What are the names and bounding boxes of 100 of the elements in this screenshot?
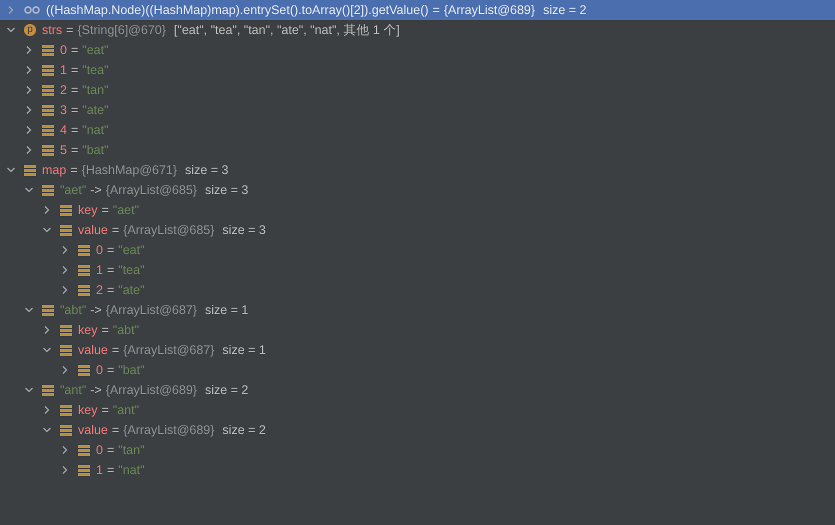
chevron-down-icon[interactable] xyxy=(42,225,52,235)
chevron-right-icon[interactable] xyxy=(42,205,52,215)
value-text: size = 3 xyxy=(185,163,228,177)
separator-text: = xyxy=(112,343,120,357)
separator-text: = xyxy=(112,423,120,437)
variable-name: ((HashMap.Node)((HashMap)map).entrySet().toArray()[2]).getValue() xyxy=(46,3,429,17)
variable-name: strs xyxy=(42,23,62,37)
tree-row[interactable]: 2 = "tan" xyxy=(0,80,835,100)
chevron-right-icon[interactable] xyxy=(42,405,52,415)
value-text: size = 1 xyxy=(204,303,248,317)
variable-name: 0 xyxy=(96,363,103,377)
separator-text: = xyxy=(106,263,114,277)
chevron-down-icon[interactable] xyxy=(24,305,34,315)
value-text: "eat" xyxy=(118,243,145,257)
tree-row[interactable]: "abt" -> {ArrayList@687} size = 1 xyxy=(0,300,835,320)
chevron-right-icon[interactable] xyxy=(42,325,52,335)
tree-row[interactable]: key = "abt" xyxy=(0,320,835,340)
list-icon xyxy=(42,64,54,76)
value-text: size = 1 xyxy=(222,343,266,357)
type-text: {String[6]@670} xyxy=(77,23,166,37)
tree-row[interactable]: 3 = "ate" xyxy=(0,100,835,120)
type-text: {ArrayList@689} xyxy=(123,423,214,437)
list-icon xyxy=(42,104,54,116)
value-text: "ate" xyxy=(82,103,109,117)
list-icon xyxy=(24,164,36,176)
value-text: size = 2 xyxy=(204,383,248,397)
tree-row[interactable]: p strs = {String[6]@670} ["eat", "tea", "tan", "ate", "nat", 其他 1 个] xyxy=(0,20,835,40)
list-icon xyxy=(60,224,72,236)
variable-name: 1 xyxy=(60,63,67,77)
variable-name: key xyxy=(78,323,98,337)
separator-text: = xyxy=(70,163,78,177)
tree-row[interactable]: 0 = "bat" xyxy=(0,360,835,380)
separator-text: = xyxy=(70,63,78,77)
tree-row[interactable]: 1 = "nat" xyxy=(0,460,835,480)
tree-row[interactable]: map = {HashMap@671} size = 3 xyxy=(0,160,835,180)
value-text: "aet" xyxy=(112,203,140,217)
variable-name: value xyxy=(78,423,108,437)
value-text: "ate" xyxy=(118,283,145,297)
list-icon xyxy=(78,244,90,256)
list-icon xyxy=(42,304,54,316)
value-text: "ant" xyxy=(112,403,140,417)
list-icon xyxy=(78,284,90,296)
list-icon xyxy=(42,124,54,136)
separator-text: -> xyxy=(90,183,102,197)
tree-row[interactable]: 1 = "tea" xyxy=(0,260,835,280)
tree-row[interactable]: 0 = "eat" xyxy=(0,40,835,60)
tree-row[interactable]: "ant" -> {ArrayList@689} size = 2 xyxy=(0,380,835,400)
list-icon xyxy=(42,44,54,56)
list-icon xyxy=(60,204,72,216)
list-icon xyxy=(60,324,72,336)
value-text: "tan" xyxy=(118,443,145,457)
tree-row[interactable]: 0 = "tan" xyxy=(0,440,835,460)
separator-text: = xyxy=(66,23,74,37)
type-text: {ArrayList@689} xyxy=(106,383,197,397)
variable-name: map xyxy=(42,163,66,177)
variable-name: "aet" xyxy=(60,183,86,197)
type-text: {ArrayList@685} xyxy=(106,183,197,197)
separator-text: = xyxy=(106,443,114,457)
chevron-down-icon[interactable] xyxy=(42,425,52,435)
tree-row[interactable]: value = {ArrayList@689} size = 2 xyxy=(0,420,835,440)
tree-row[interactable]: value = {ArrayList@687} size = 1 xyxy=(0,340,835,360)
variable-name: value xyxy=(78,343,108,357)
tree-row[interactable]: "aet" -> {ArrayList@685} size = 3 xyxy=(0,180,835,200)
variable-name: key xyxy=(78,403,98,417)
list-icon xyxy=(42,84,54,96)
tree-row[interactable]: 1 = "tea" xyxy=(0,60,835,80)
tree-row[interactable]: ((HashMap.Node)((HashMap)map).entrySet().toArray()[2]).getValue() = {ArrayList@689} size = 2 xyxy=(0,0,835,20)
chevron-down-icon[interactable] xyxy=(6,25,16,35)
chevron-right-icon[interactable] xyxy=(60,365,70,375)
list-icon xyxy=(78,444,90,456)
list-icon xyxy=(42,144,54,156)
variable-name: 0 xyxy=(60,43,67,57)
chevron-down-icon[interactable] xyxy=(24,385,34,395)
value-text: "nat" xyxy=(118,463,145,477)
separator-text: = xyxy=(106,283,114,297)
separator-text: = xyxy=(70,123,78,137)
list-icon xyxy=(78,264,90,276)
variable-name: 1 xyxy=(96,263,103,277)
variable-name: "ant" xyxy=(60,383,86,397)
value-text: "tan" xyxy=(82,83,109,97)
value-text: size = 3 xyxy=(222,223,266,237)
tree-row[interactable]: 4 = "nat" xyxy=(0,120,835,140)
variable-name: "abt" xyxy=(60,303,86,317)
tree-row[interactable]: key = "aet" xyxy=(0,200,835,220)
separator-text: = xyxy=(70,143,78,157)
tree-row[interactable]: 2 = "ate" xyxy=(0,280,835,300)
separator-text: -> xyxy=(90,303,102,317)
variable-name: 1 xyxy=(96,463,103,477)
type-text: {ArrayList@687} xyxy=(106,303,197,317)
tree-row[interactable]: value = {ArrayList@685} size = 3 xyxy=(0,220,835,240)
tree-row[interactable]: key = "ant" xyxy=(0,400,835,420)
separator-text: -> xyxy=(90,383,102,397)
tree-row[interactable]: 5 = "bat" xyxy=(0,140,835,160)
value-text: "tea" xyxy=(118,263,145,277)
value-text: ["eat", "tea", "tan", "ate", "nat", 其他 1 个] xyxy=(174,22,400,38)
value-text: "abt" xyxy=(112,323,140,337)
value-text: "bat" xyxy=(82,143,109,157)
tree-row[interactable]: 0 = "eat" xyxy=(0,240,835,260)
field-badge-icon: p xyxy=(24,24,36,36)
chevron-down-icon[interactable] xyxy=(42,345,52,355)
